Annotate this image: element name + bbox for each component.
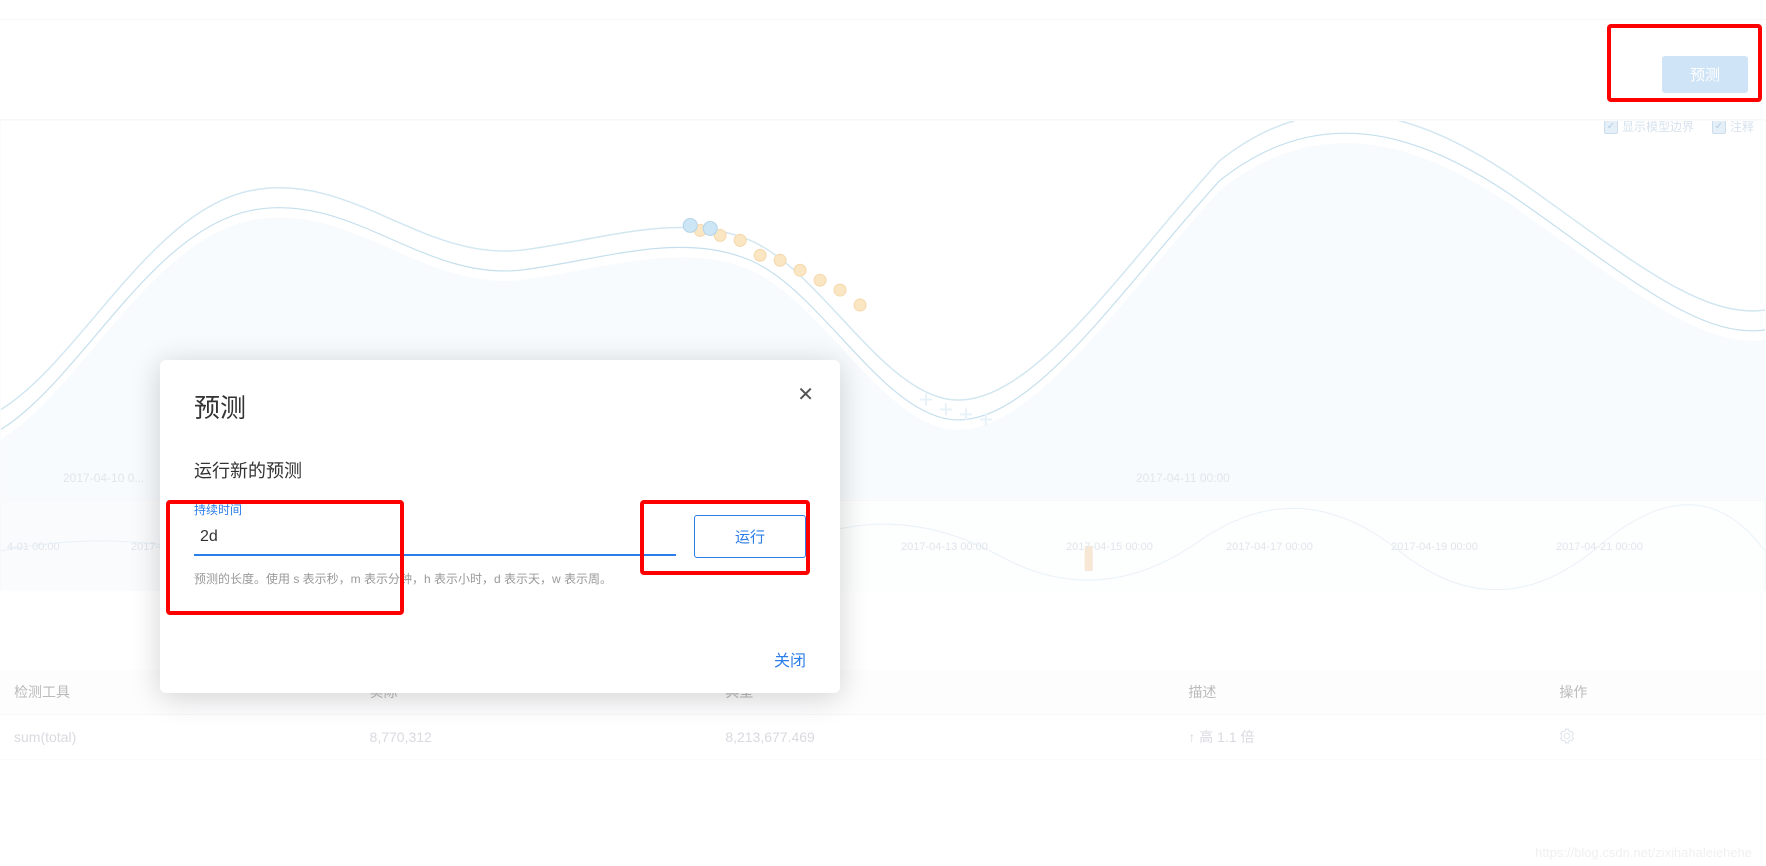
duration-label: 持续时间 — [194, 501, 676, 518]
duration-row: 持续时间 运行 — [194, 501, 806, 558]
forecast-modal: ✕ 预测 运行新的预测 持续时间 运行 预测的长度。使用 s 表示秒，m 表示分… — [160, 360, 840, 693]
modal-footer: 关闭 — [194, 647, 806, 671]
modal-title: 预测 — [194, 388, 806, 425]
duration-input-wrap: 持续时间 — [194, 501, 676, 556]
close-button[interactable]: 关闭 — [774, 647, 806, 671]
close-icon: ✕ — [797, 384, 814, 406]
duration-input[interactable] — [194, 520, 676, 556]
modal-close-button[interactable]: ✕ — [797, 382, 814, 407]
run-button[interactable]: 运行 — [694, 515, 806, 558]
modal-subtitle: 运行新的预测 — [194, 457, 806, 483]
duration-help: 预测的长度。使用 s 表示秒，m 表示分钟，h 表示小时，d 表示天，w 表示周… — [194, 570, 806, 587]
